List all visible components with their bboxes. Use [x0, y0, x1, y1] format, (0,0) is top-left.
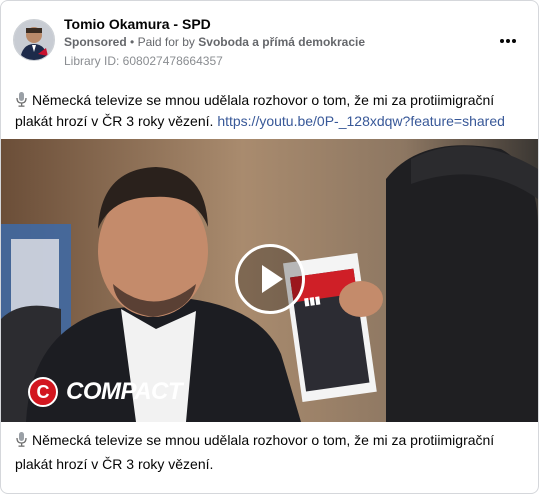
ad-meta-line: Sponsored • Paid for by Svoboda a přímá … [64, 35, 365, 49]
page-avatar[interactable] [13, 19, 55, 61]
more-options-button[interactable] [496, 31, 520, 51]
compact-logo-icon: C [28, 377, 58, 407]
post-body: Německá televize se mnou udělala rozhovo… [15, 91, 525, 131]
compact-logo-text: COMPACT [66, 378, 183, 405]
play-button[interactable] [235, 244, 305, 314]
meta-separator: • [130, 35, 138, 49]
caption-text: Německá televize se mnou udělala rozhovo… [15, 432, 495, 472]
paid-for-prefix: Paid for by [137, 35, 195, 49]
more-options-icon [500, 39, 504, 43]
poster-graphic: ▮▮▮ [303, 294, 322, 309]
page-name[interactable]: Tomio Okamura - SPD [64, 16, 211, 32]
compact-watermark: C COMPACT [28, 375, 183, 409]
microphone-icon [15, 431, 28, 453]
ad-card: Tomio Okamura - SPD Sponsored • Paid for… [0, 0, 539, 494]
microphone-icon [15, 92, 28, 112]
sponsored-label: Sponsored [64, 35, 127, 49]
library-id: Library ID: 608027478664357 [64, 54, 223, 68]
play-icon [262, 265, 283, 293]
video-caption: Německá televize se mnou udělala rozhovo… [15, 429, 525, 475]
video-player[interactable]: ▮▮▮ C COMPACT [1, 139, 538, 422]
post-link[interactable]: https://youtu.be/0P-_128xdqw?feature=sha… [217, 113, 505, 129]
payer-name[interactable]: Svoboda a přímá demokracie [198, 35, 365, 49]
